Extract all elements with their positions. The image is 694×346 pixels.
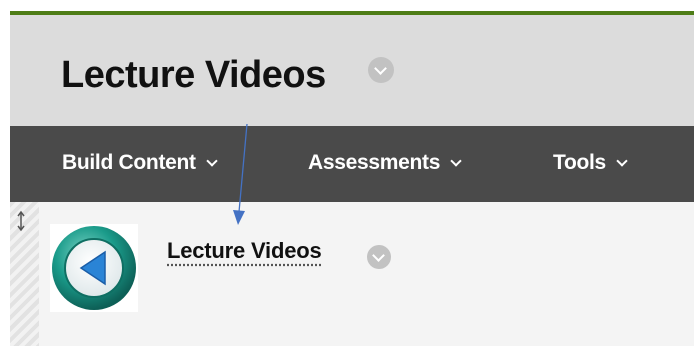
chevron-down-icon — [450, 154, 462, 167]
build-content-menu[interactable]: Build Content — [62, 148, 218, 178]
assessments-menu[interactable]: Assessments — [308, 148, 462, 178]
back-arrow-icon — [52, 226, 136, 310]
content-item-icon — [50, 224, 138, 312]
content-menu-bar: Build Content Assessments Tools — [10, 126, 694, 202]
tools-menu[interactable]: Tools — [553, 148, 628, 178]
page-header: Lecture Videos — [10, 15, 694, 126]
page-options-chevron-icon[interactable] — [368, 57, 394, 83]
move-arrows-icon — [17, 210, 25, 232]
page-title: Lecture Videos — [61, 54, 326, 96]
assessments-label: Assessments — [308, 151, 441, 174]
course-frame: Lecture Videos Build Content Assessments… — [10, 11, 694, 346]
content-item-title-link[interactable]: Lecture Videos — [167, 238, 322, 264]
build-content-label: Build Content — [62, 151, 196, 174]
chevron-down-icon — [206, 154, 218, 167]
drag-handle[interactable] — [10, 202, 39, 346]
tools-label: Tools — [553, 151, 606, 174]
chevron-down-icon — [616, 154, 628, 167]
item-options-chevron-icon[interactable] — [367, 245, 391, 269]
content-list: Lecture Videos — [10, 202, 694, 346]
